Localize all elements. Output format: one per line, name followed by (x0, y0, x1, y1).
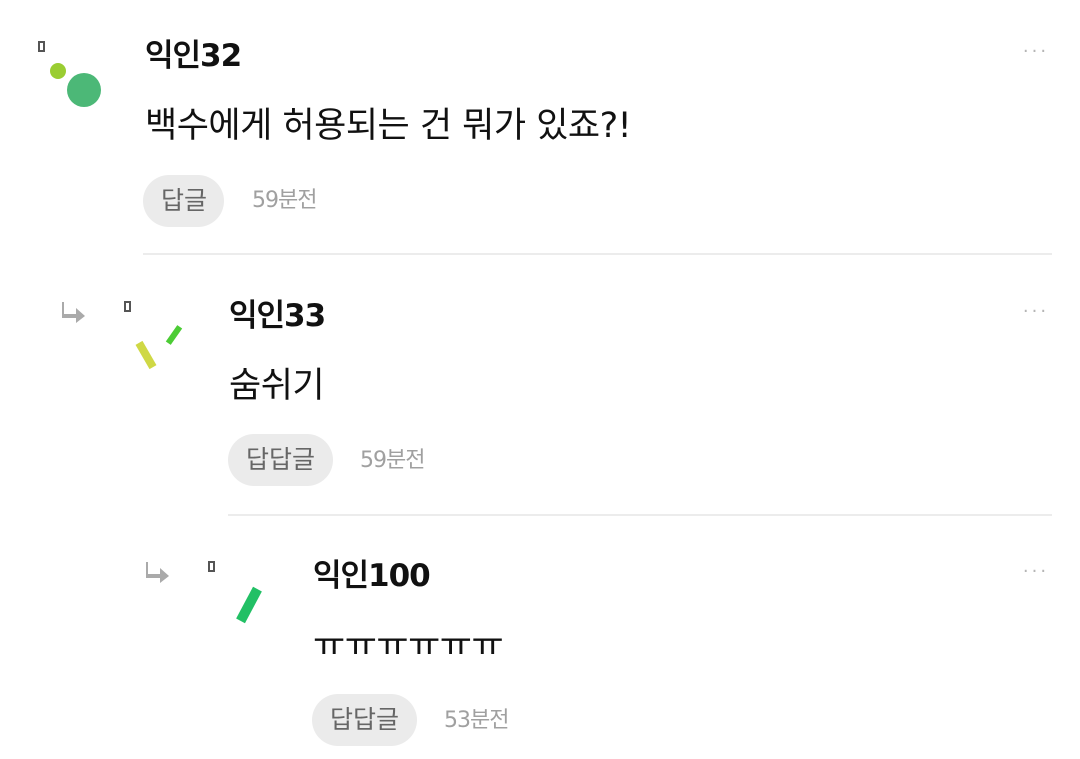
reply-button[interactable]: 답답글 (312, 694, 417, 746)
avatar-bar-yellow (135, 340, 157, 370)
avatar-marker (124, 301, 131, 312)
divider (143, 253, 1052, 255)
avatar-dot-large (67, 73, 101, 107)
comment-text: ㅠㅠㅠㅠㅠㅠ (313, 626, 504, 654)
timestamp: 59분전 (360, 448, 425, 473)
more-options-icon[interactable]: ··· (1020, 562, 1052, 582)
nickname[interactable]: 익인32 (145, 38, 242, 74)
avatar-marker (208, 561, 215, 572)
reply-button[interactable]: 답답글 (228, 434, 333, 486)
nickname[interactable]: 익인100 (313, 558, 431, 594)
nickname[interactable]: 익인33 (229, 298, 326, 334)
timestamp: 59분전 (252, 188, 317, 213)
avatar[interactable] (30, 38, 110, 118)
reply-arrow-icon (146, 562, 169, 583)
more-options-icon[interactable]: ··· (1020, 42, 1052, 62)
reply-arrow-icon (62, 302, 85, 323)
more-options-icon[interactable]: ··· (1020, 302, 1052, 322)
avatar-bar-emerald (236, 586, 262, 624)
avatar-dot-small (50, 63, 66, 79)
comment-text: 숨쉬기 (229, 366, 325, 406)
avatar[interactable] (116, 298, 196, 378)
avatar-bar-green (165, 325, 183, 345)
avatar-marker (38, 41, 45, 52)
comment-text: 백수에게 허용되는 건 뭐가 있죠?! (145, 106, 632, 146)
comment-item: 익인33 숨쉬기 답답글 59분전 ··· (0, 256, 1080, 516)
comment-item: 익인100 ㅠㅠㅠㅠㅠㅠ 답답글 53분전 ··· (0, 516, 1080, 759)
timestamp: 53분전 (444, 708, 509, 733)
comment-item: 익인32 백수에게 허용되는 건 뭐가 있죠?! 답글 59분전 ··· (0, 0, 1080, 255)
avatar[interactable] (200, 558, 280, 638)
reply-button[interactable]: 답글 (143, 175, 224, 227)
